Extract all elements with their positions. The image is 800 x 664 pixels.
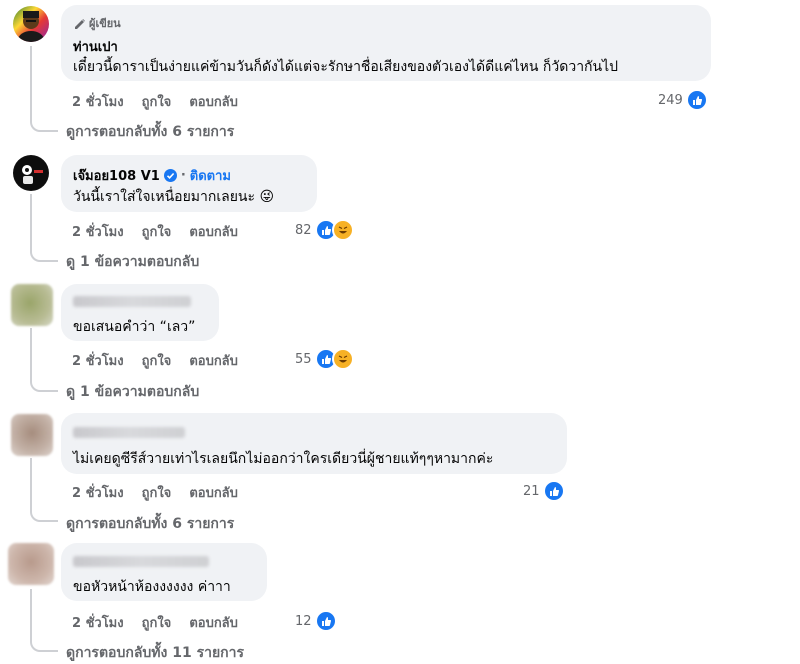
timestamp[interactable]: 2 ชั่วโมง (72, 221, 124, 242)
reply-thread-line (30, 328, 58, 392)
comment-actions: 2 ชั่วโมง ถูกใจ ตอบกลับ (72, 482, 238, 503)
comment-actions: 2 ชั่วโมง ถูกใจ ตอบกลับ (72, 91, 238, 112)
commenter-name[interactable]: ท่านเปา (73, 36, 118, 57)
author-badge: ผู้เขียน (73, 14, 121, 32)
comment-bubble: ขอเสนอคำว่า “เลว” (61, 284, 219, 341)
comment-bubble: ไม่เคยดูซีรีส์วายเท่าไรเลยนึกไม่ออกว่าใค… (61, 413, 567, 474)
commenter-name-redacted (73, 427, 185, 438)
reply-button[interactable]: ตอบกลับ (189, 221, 238, 242)
commenter-name-redacted (73, 556, 209, 567)
comment-bubble: เจ๊มอย108 V1 · ติดตาม วันนี้เราใส่ใจเหนื… (61, 155, 317, 212)
haha-reaction-icon (331, 348, 354, 370)
avatar[interactable] (13, 155, 49, 191)
cat-logo-icon (14, 156, 48, 190)
like-button[interactable]: ถูกใจ (142, 350, 172, 371)
person-avatar-icon (18, 11, 44, 42)
avatar[interactable] (11, 284, 53, 326)
reply-button[interactable]: ตอบกลับ (189, 482, 238, 503)
reply-thread-line (30, 194, 58, 262)
like-button[interactable]: ถูกใจ (142, 221, 172, 242)
timestamp[interactable]: 2 ชั่วโมง (72, 350, 124, 371)
reaction-summary[interactable]: 249 (658, 89, 708, 111)
reaction-count: 21 (523, 483, 540, 499)
like-button[interactable]: ถูกใจ (142, 482, 172, 503)
comment-text: เดี๋ยวนี้ดาราเป็นง่ายแค่ข้ามวันก็ดังได้แ… (73, 59, 619, 75)
timestamp[interactable]: 2 ชั่วโมง (72, 482, 124, 503)
reply-thread-line (30, 458, 58, 522)
timestamp[interactable]: 2 ชั่วโมง (72, 91, 124, 112)
comment-actions: 2 ชั่วโมง ถูกใจ ตอบกลับ (72, 350, 238, 371)
view-replies-link[interactable]: ดู 1 ข้อความตอบกลับ (66, 381, 199, 403)
separator-dot: · (180, 168, 186, 183)
reply-thread-line (30, 46, 58, 132)
comment-actions: 2 ชั่วโมง ถูกใจ ตอบกลับ (72, 612, 238, 633)
avatar[interactable] (8, 543, 54, 585)
reaction-summary[interactable]: 21 (523, 480, 565, 502)
like-button[interactable]: ถูกใจ (142, 612, 172, 633)
reaction-count: 249 (658, 92, 683, 108)
comment-text: วันนี้เราใส่ใจเหนื่อยมากเลยนะ 😜 (73, 189, 275, 205)
pencil-icon (75, 19, 85, 29)
comment-actions: 2 ชั่วโมง ถูกใจ ตอบกลับ (72, 221, 238, 242)
view-replies-link[interactable]: ดูการตอบกลับทั้ง 11 รายการ (66, 642, 244, 664)
reply-button[interactable]: ตอบกลับ (189, 612, 238, 633)
follow-button[interactable]: ติดตาม (190, 165, 231, 186)
reply-button[interactable]: ตอบกลับ (189, 350, 238, 371)
reaction-count: 55 (295, 351, 312, 367)
reaction-summary[interactable]: 12 (295, 610, 337, 632)
like-reaction-icon (542, 480, 565, 502)
comment-text: ไม่เคยดูซีรีส์วายเท่าไรเลยนึกไม่ออกว่าใค… (73, 451, 494, 467)
reply-thread-line (30, 589, 58, 652)
view-replies-link[interactable]: ดูการตอบกลับทั้ง 6 รายการ (66, 513, 234, 535)
commenter-name: เจ๊มอย108 V1 · ติดตาม (73, 165, 231, 186)
verified-badge-icon (163, 169, 177, 182)
reaction-summary[interactable]: 55 (295, 348, 354, 370)
avatar[interactable] (11, 414, 53, 456)
comment-text: ขอเสนอคำว่า “เลว” (73, 319, 196, 335)
reaction-count: 12 (295, 613, 312, 629)
commenter-name-text[interactable]: เจ๊มอย108 V1 (73, 165, 160, 186)
reaction-count: 82 (295, 222, 312, 238)
reply-button[interactable]: ตอบกลับ (189, 91, 238, 112)
author-badge-label: ผู้เขียน (89, 17, 121, 30)
timestamp[interactable]: 2 ชั่วโมง (72, 612, 124, 633)
avatar[interactable] (13, 6, 49, 42)
reaction-summary[interactable]: 82 (295, 219, 354, 241)
like-reaction-icon (685, 89, 708, 111)
comment-text: ขอหัวหน้าห้องงงงงง ค่าาา (73, 579, 231, 595)
commenter-name-redacted (73, 296, 191, 307)
view-replies-link[interactable]: ดูการตอบกลับทั้ง 6 รายการ (66, 121, 234, 143)
like-button[interactable]: ถูกใจ (142, 91, 172, 112)
comment-bubble: ผู้เขียน ท่านเปา เดี๋ยวนี้ดาราเป็นง่ายแค… (61, 5, 711, 81)
comment-bubble: ขอหัวหน้าห้องงงงงง ค่าาา (61, 543, 267, 601)
like-reaction-icon (314, 610, 337, 632)
view-replies-link[interactable]: ดู 1 ข้อความตอบกลับ (66, 251, 199, 273)
haha-reaction-icon (331, 219, 354, 241)
